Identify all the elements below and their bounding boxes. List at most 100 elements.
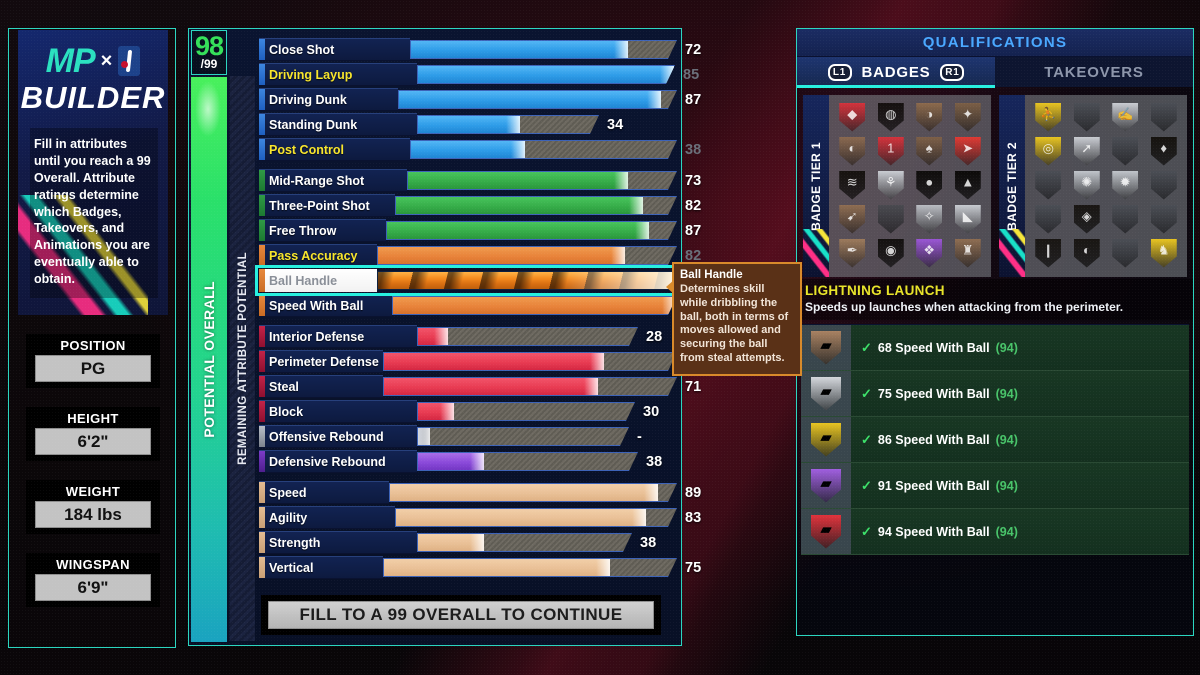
attribute-row[interactable]: Interior Defense 28 — [259, 324, 677, 349]
attribute-bar-fill — [378, 272, 673, 289]
attribute-row[interactable]: Driving Layup 85 — [259, 62, 699, 87]
badge-icon[interactable]: ➹ — [839, 204, 866, 234]
badge-icon[interactable] — [1112, 238, 1139, 268]
attribute-row[interactable]: Three-Point Shot 82 — [259, 193, 701, 218]
tab-badges-label: BADGES — [861, 63, 931, 81]
badge-icon[interactable]: ♜ — [954, 238, 981, 268]
badge-requirement-row[interactable]: ▰ ✓ 91 Speed With Ball (94) — [801, 463, 1189, 509]
badge-icon[interactable]: ≋ — [839, 170, 866, 200]
attribute-row[interactable]: Strength 38 — [259, 530, 677, 555]
attribute-row[interactable]: Mid-Range Shot 73 — [259, 168, 701, 193]
attribute-row[interactable]: Pass Accuracy 82 — [259, 243, 701, 268]
badge-icon[interactable] — [1150, 170, 1177, 200]
badge-icon[interactable] — [877, 204, 904, 234]
stat-card-wingspan[interactable]: WINGSPAN 6'9" — [26, 553, 160, 607]
attribute-row[interactable]: Free Throw 87 — [259, 218, 701, 243]
badge-requirement-row[interactable]: ▰ ✓ 86 Speed With Ball (94) — [801, 417, 1189, 463]
tab-badges[interactable]: L1 BADGES R1 — [797, 57, 995, 88]
attribute-bar-fill — [393, 297, 676, 314]
badge-requirement-row[interactable]: ▰ ✓ 94 Speed With Ball (94) — [801, 509, 1189, 555]
badge-icon[interactable] — [1035, 204, 1062, 234]
badge-glyph-icon: ➤ — [962, 140, 974, 156]
attribute-row[interactable]: Defensive Rebound 38 — [259, 449, 677, 474]
badge-icon[interactable]: ◎ — [1035, 136, 1062, 166]
l1-bumper-icon[interactable]: L1 — [827, 63, 852, 81]
stat-card-height[interactable]: HEIGHT 6'2" — [26, 407, 160, 461]
badge-icon[interactable]: ◑ — [916, 102, 943, 132]
attribute-row[interactable]: Standing Dunk 34 — [259, 112, 677, 137]
badge-icon[interactable] — [1112, 204, 1139, 234]
badge-requirement-row[interactable]: ▰ ✓ 68 Speed With Ball (94) — [801, 325, 1189, 371]
badge-icon[interactable]: ❖ — [916, 238, 943, 268]
attribute-row[interactable]: Agility 83 — [259, 505, 701, 530]
badge-icon[interactable]: ➚ — [1073, 136, 1100, 166]
requirement-label: 91 Speed With Ball — [877, 478, 990, 493]
badge-glyph-icon: ✺ — [1081, 174, 1093, 190]
attribute-row[interactable]: Ball Handle 98 — [255, 265, 701, 296]
badge-icon[interactable]: ✦ — [954, 102, 981, 132]
badge-icon[interactable]: 1 — [877, 136, 904, 166]
badge-icon[interactable]: ▲ — [954, 170, 981, 200]
attribute-row[interactable]: Speed With Ball 94 — [259, 293, 701, 318]
attribute-row[interactable]: Vertical 75 — [259, 555, 701, 580]
stat-card-position[interactable]: POSITION PG — [26, 334, 160, 388]
tooltip-title: Ball Handle — [680, 269, 743, 281]
badge-icon[interactable]: ◈ — [1073, 204, 1100, 234]
badge-icon[interactable] — [1073, 102, 1100, 132]
attribute-row[interactable]: Block 30 — [259, 399, 677, 424]
badge-icon[interactable]: ♠ — [916, 136, 943, 166]
requirement-current-value: (94) — [995, 386, 1018, 401]
attribute-row[interactable]: Speed 89 — [259, 480, 701, 505]
badge-icon[interactable]: ◍ — [877, 102, 904, 132]
stat-value-height: 6'2" — [35, 428, 151, 455]
badge-icon[interactable]: ❙ — [1035, 238, 1062, 268]
badge-icon[interactable]: ♞ — [1150, 238, 1177, 268]
attribute-accent-bar — [259, 482, 265, 503]
attribute-name: Close Shot — [269, 42, 335, 57]
badge-icon[interactable]: ♦ — [1150, 136, 1177, 166]
badge-icon[interactable]: ⛹ — [1035, 102, 1062, 132]
check-icon: ✓ — [861, 385, 872, 401]
requirement-badge-icon: ▰ — [811, 468, 841, 503]
badge-icon[interactable]: ✍ — [1112, 102, 1139, 132]
badge-icon[interactable]: ➤ — [954, 136, 981, 166]
attributes-panel: 98 /99 POTENTIAL OVERALL REMAINING ATTRI… — [188, 28, 701, 646]
attribute-row[interactable]: Perimeter Defense 73 — [259, 349, 701, 374]
badge-requirement-row[interactable]: ▰ ✓ 75 Speed With Ball (94) — [801, 371, 1189, 417]
tab-takeovers-label: TAKEOVERS — [1044, 63, 1144, 81]
attribute-bar: 38 — [417, 450, 677, 473]
attribute-row[interactable]: Steal 71 — [259, 374, 701, 399]
badge-icon[interactable] — [1112, 136, 1139, 166]
attribute-bar: 38 — [417, 531, 677, 554]
stat-card-weight[interactable]: WEIGHT 184 lbs — [26, 480, 160, 534]
attribute-bar-fill — [399, 91, 661, 108]
badge-icon[interactable]: ✧ — [916, 204, 943, 234]
badge-icon[interactable]: ◐ — [1073, 238, 1100, 268]
badge-icon[interactable]: ⚘ — [877, 170, 904, 200]
badge-icon[interactable]: ✺ — [1073, 170, 1100, 200]
attribute-bar: 98 — [377, 269, 701, 292]
tab-takeovers[interactable]: TAKEOVERS — [995, 57, 1193, 87]
attribute-row[interactable]: Driving Dunk 87 — [259, 87, 701, 112]
attribute-value: 73 — [685, 172, 702, 189]
badge-icon[interactable]: ◣ — [954, 204, 981, 234]
badge-icon[interactable] — [1035, 170, 1062, 200]
badge-icon[interactable]: ● — [916, 170, 943, 200]
attribute-value: 75 — [685, 559, 702, 576]
badge-icon[interactable]: ✒ — [839, 238, 866, 268]
badge-icon[interactable]: ◆ — [839, 102, 866, 132]
attribute-accent-bar — [259, 376, 265, 397]
badge-icon[interactable]: ◐ — [839, 136, 866, 166]
badge-icon[interactable]: ◉ — [877, 238, 904, 268]
badge-icon[interactable] — [1150, 204, 1177, 234]
badge-glyph-icon: ◣ — [962, 208, 973, 224]
attribute-name: Three-Point Shot — [269, 198, 370, 213]
attribute-row[interactable]: Post Control 38 — [259, 137, 701, 162]
badge-icon[interactable] — [1150, 102, 1177, 132]
continue-button[interactable]: FILL TO A 99 OVERALL TO CONTINUE — [261, 595, 661, 635]
attribute-value: 38 — [646, 453, 663, 470]
r1-bumper-icon[interactable]: R1 — [940, 63, 965, 81]
attribute-row[interactable]: Offensive Rebound - — [259, 424, 677, 449]
badge-icon[interactable]: ✹ — [1112, 170, 1139, 200]
attribute-row[interactable]: Close Shot 72 — [259, 37, 701, 62]
